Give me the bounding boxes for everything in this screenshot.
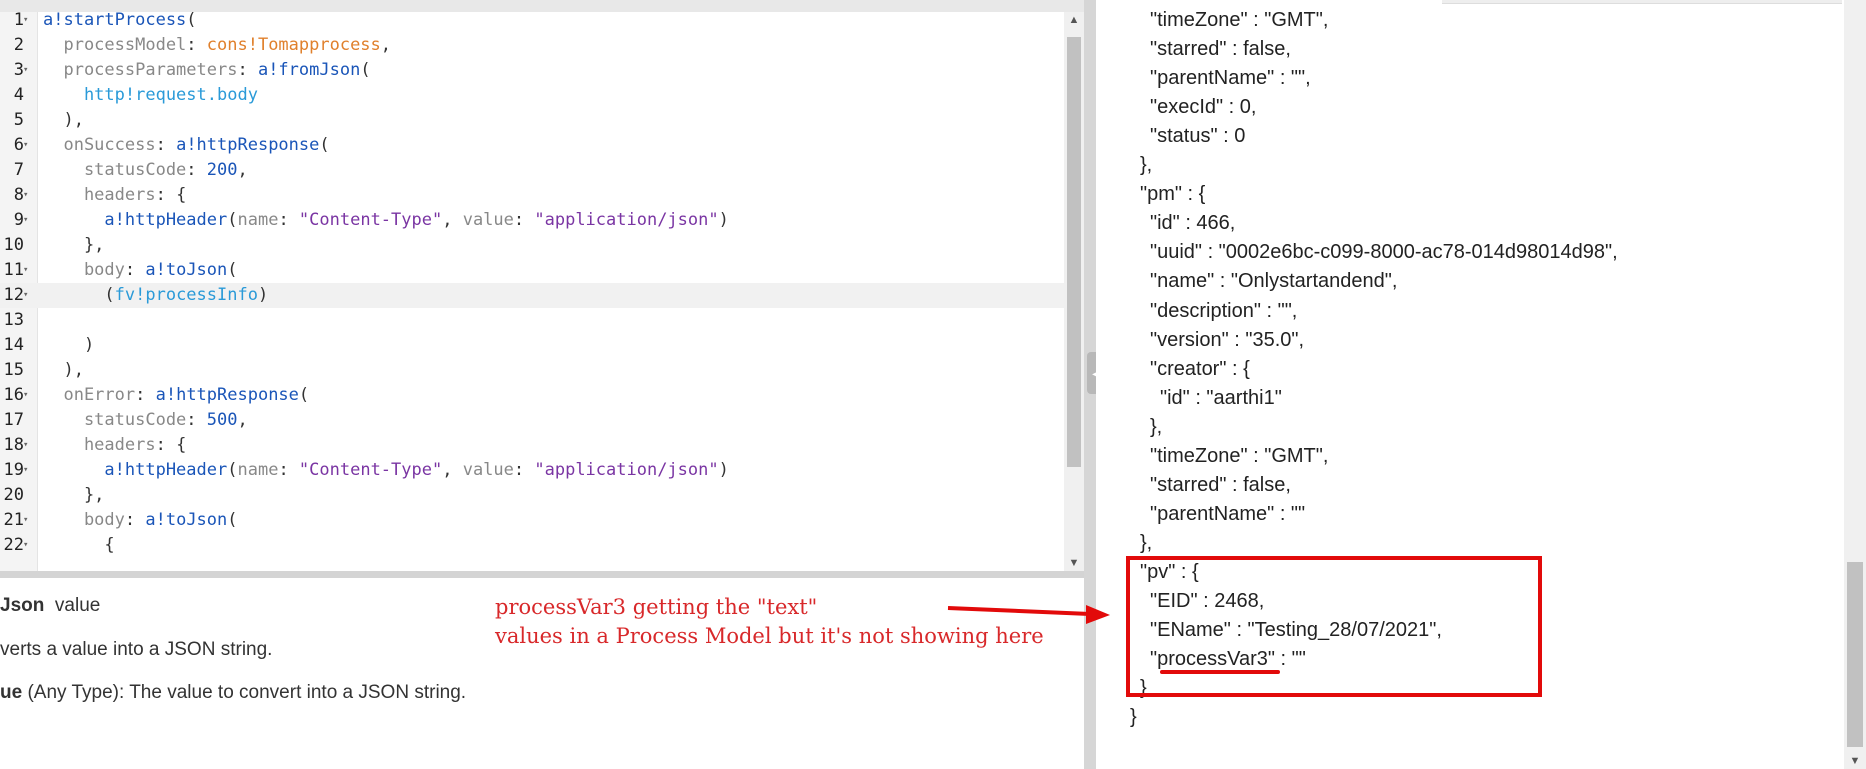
annotation-arrow [947,606,1091,616]
annotation-arrow-layer [947,605,1110,624]
annotation-arrow-head-icon [1086,605,1110,624]
